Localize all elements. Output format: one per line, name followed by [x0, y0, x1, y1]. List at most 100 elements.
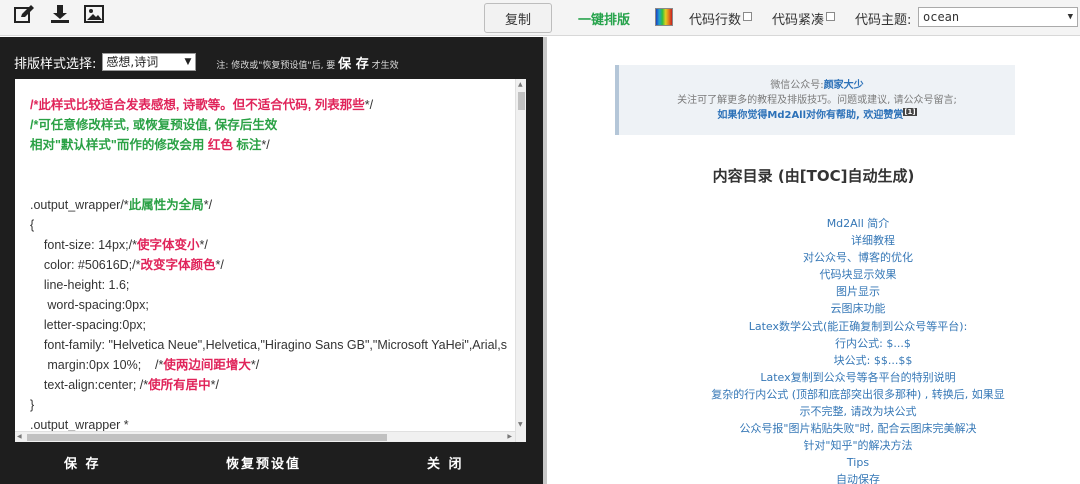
- code-line[interactable]: text-align:center; /*使所有居中*/: [30, 375, 515, 395]
- scroll-down-icon[interactable]: ▼: [518, 421, 523, 428]
- code-segment: letter-spacing:0px;: [30, 318, 147, 332]
- code-segment: 可任意修改样式, 或恢复预设值, 保存后生效: [38, 118, 278, 132]
- code-segment: */: [261, 138, 270, 152]
- line-numbers-checkbox[interactable]: [743, 12, 752, 21]
- chevron-down-icon: ▼: [1067, 12, 1073, 22]
- style-select-label: 排版样式选择:: [14, 56, 97, 72]
- code-line[interactable]: margin:0px 10%; /*使两边间距增大*/: [30, 355, 515, 375]
- code-line[interactable]: [30, 155, 515, 175]
- code-segment: 相对"默认样式"而作的修改会用: [30, 138, 205, 152]
- notice-prefix: 微信公众号:: [770, 80, 824, 91]
- toc-item[interactable]: 代码块显示效果: [693, 266, 1023, 283]
- code-segment: */: [199, 238, 208, 252]
- style-select[interactable]: 感想,诗词 ▼: [102, 53, 197, 71]
- toc-item[interactable]: 块公式: $$...$$: [693, 352, 1023, 369]
- code-segment: font-size: 14px;/*: [30, 238, 137, 252]
- code-line[interactable]: }: [30, 395, 515, 415]
- code-line[interactable]: letter-spacing:0px;: [30, 315, 515, 335]
- footnote-marker: [1]: [903, 108, 917, 116]
- palette-icon[interactable]: [655, 8, 673, 26]
- save-note: 注: 修改或"恢复预设值"后, 要 保 存 才生效: [216, 53, 398, 72]
- code-segment: */: [215, 258, 224, 272]
- css-editor[interactable]: /*此样式比较适合发表感想, 诗歌等。但不适合代码, 列表那些*//*可任意修改…: [15, 79, 526, 442]
- image-icon[interactable]: [82, 3, 106, 25]
- code-line[interactable]: .output_wrapper/*此属性为全局*/: [30, 195, 515, 215]
- one-key-format-button[interactable]: 一键排版: [578, 9, 630, 28]
- edit-icon[interactable]: [12, 3, 36, 25]
- toc-item[interactable]: 云图床功能: [693, 300, 1023, 317]
- toc-item[interactable]: Latex数学公式(能正确复制到公众号等平台):: [693, 318, 1023, 335]
- scroll-right-icon[interactable]: ▶: [507, 433, 512, 440]
- style-editor-panel: 排版样式选择: 感想,诗词 ▼ 注: 修改或"恢复预设值"后, 要 保 存 才生…: [0, 37, 543, 484]
- toc-item[interactable]: 对公众号、博客的优化: [693, 249, 1023, 266]
- code-line[interactable]: /*可任意修改样式, 或恢复预设值, 保存后生效: [30, 115, 515, 135]
- toc-item[interactable]: Latex复制到公众号等各平台的特别说明: [693, 369, 1023, 386]
- code-segment: }: [30, 398, 35, 412]
- code-line[interactable]: {: [30, 215, 515, 235]
- notice-line-3: 如果你觉得Md2All对你有帮助, 欢迎赞赏[1]: [619, 108, 1015, 123]
- preview-panel: 微信公众号:颜家大少 关注可了解更多的教程及排版技巧。问题或建议, 请公众号留言…: [547, 37, 1080, 484]
- scroll-up-icon[interactable]: ▲: [518, 81, 523, 88]
- toc-item[interactable]: 自动保存: [693, 471, 1023, 484]
- code-segment: font-family: "Helvetica Neue",Helvetica,…: [30, 338, 508, 352]
- save-button[interactable]: 保 存: [64, 453, 101, 472]
- code-line[interactable]: 相对"默认样式"而作的修改会用 红色 标注*/: [30, 135, 515, 155]
- scroll-left-icon[interactable]: ◀: [17, 433, 22, 440]
- code-compact-label: 代码紧凑: [772, 13, 825, 28]
- code-line[interactable]: line-height: 1.6;: [30, 275, 515, 295]
- code-segment: word-spacing:0px;: [30, 298, 149, 312]
- code-segment: */: [203, 198, 213, 212]
- toc-item[interactable]: 公众号报"图片粘贴失败"时, 配合云图床完美解决: [693, 420, 1023, 437]
- toc-item[interactable]: 示不完整, 请改为块公式: [693, 403, 1023, 420]
- horizontal-scroll-thumb[interactable]: [27, 434, 387, 441]
- code-theme-value: ocean: [923, 10, 960, 24]
- code-segment: */: [364, 98, 374, 112]
- chevron-down-icon: ▼: [184, 57, 192, 67]
- close-button[interactable]: 关 闭: [427, 453, 464, 472]
- notice-sponsor-text: 如果你觉得Md2All对你有帮助, 欢迎赞赏: [717, 110, 904, 121]
- code-line[interactable]: word-spacing:0px;: [30, 295, 515, 315]
- code-compact-checkbox[interactable]: [826, 12, 835, 21]
- download-icon[interactable]: [48, 3, 72, 25]
- toc-item[interactable]: 针对"知乎"的解决方法: [693, 437, 1023, 454]
- vertical-scroll-thumb[interactable]: [518, 92, 525, 110]
- code-line[interactable]: [30, 175, 515, 195]
- toc-item[interactable]: Tips: [693, 454, 1023, 471]
- toc-item[interactable]: 详细教程: [693, 232, 1023, 249]
- code-line[interactable]: /*此样式比较适合发表感想, 诗歌等。但不适合代码, 列表那些*/: [30, 95, 515, 115]
- toc-title: 内容目录 (由[TOC]自动生成): [712, 167, 915, 185]
- toc-item[interactable]: 复杂的行内公式 (顶部和底部突出很多那种) , 转换后, 如果显: [693, 386, 1023, 403]
- code-segment: 使两边间距增大: [163, 358, 251, 372]
- code-segment: .output_wrapper/*: [30, 198, 129, 212]
- code-segment: 使字体变小: [137, 238, 200, 252]
- code-segment: margin:0px 10%; /*: [30, 358, 164, 372]
- toc-item[interactable]: 图片显示: [693, 283, 1023, 300]
- horizontal-scrollbar[interactable]: ◀ ▶: [15, 431, 515, 442]
- toc-item[interactable]: Md2All 简介: [693, 215, 1023, 232]
- notice-line-2: 关注可了解更多的教程及排版技巧。问题或建议, 请公众号留言;: [677, 95, 957, 106]
- line-numbers-label: 代码行数: [689, 13, 742, 28]
- notice-line-1: 微信公众号:颜家大少: [619, 78, 1015, 93]
- code-line[interactable]: font-family: "Helvetica Neue",Helvetica,…: [30, 335, 515, 355]
- style-select-row: 排版样式选择: 感想,诗词 ▼ 注: 修改或"恢复预设值"后, 要 保 存 才生…: [14, 52, 399, 72]
- vertical-scrollbar[interactable]: ▲ ▼: [515, 79, 526, 442]
- code-theme-select[interactable]: ocean ▼: [918, 7, 1078, 27]
- code-line[interactable]: color: #50616D;/*改变字体颜色*/: [30, 255, 515, 275]
- toc-item[interactable]: 行内公式: $...$: [693, 335, 1023, 352]
- code-segment: {: [30, 218, 35, 232]
- code-segment: 此样式比较适合发表感想, 诗歌等。但不适合代码, 列表那些: [38, 98, 365, 112]
- wechat-notice-box: 微信公众号:颜家大少 关注可了解更多的教程及排版技巧。问题或建议, 请公众号留言…: [615, 65, 1015, 135]
- css-editor-content[interactable]: /*此样式比较适合发表感想, 诗歌等。但不适合代码, 列表那些*//*可任意修改…: [30, 95, 515, 435]
- notice-account-name: 颜家大少: [823, 80, 864, 91]
- code-segment: .output_wrapper *: [30, 418, 129, 432]
- code-segment: */: [250, 358, 260, 372]
- code-segment: 红色: [204, 138, 237, 152]
- restore-defaults-button[interactable]: 恢复预设值: [226, 453, 301, 472]
- copy-button[interactable]: 复制: [484, 3, 552, 33]
- save-note-prefix: 注: 修改或"恢复预设值"后, 要: [216, 60, 336, 71]
- code-segment: 此属性为全局: [128, 198, 204, 212]
- code-segment: 标注: [236, 138, 262, 152]
- code-line[interactable]: font-size: 14px;/*使字体变小*/: [30, 235, 515, 255]
- code-theme-label: 代码主题:: [855, 13, 912, 28]
- code-segment: text-align:center; /*: [30, 378, 149, 392]
